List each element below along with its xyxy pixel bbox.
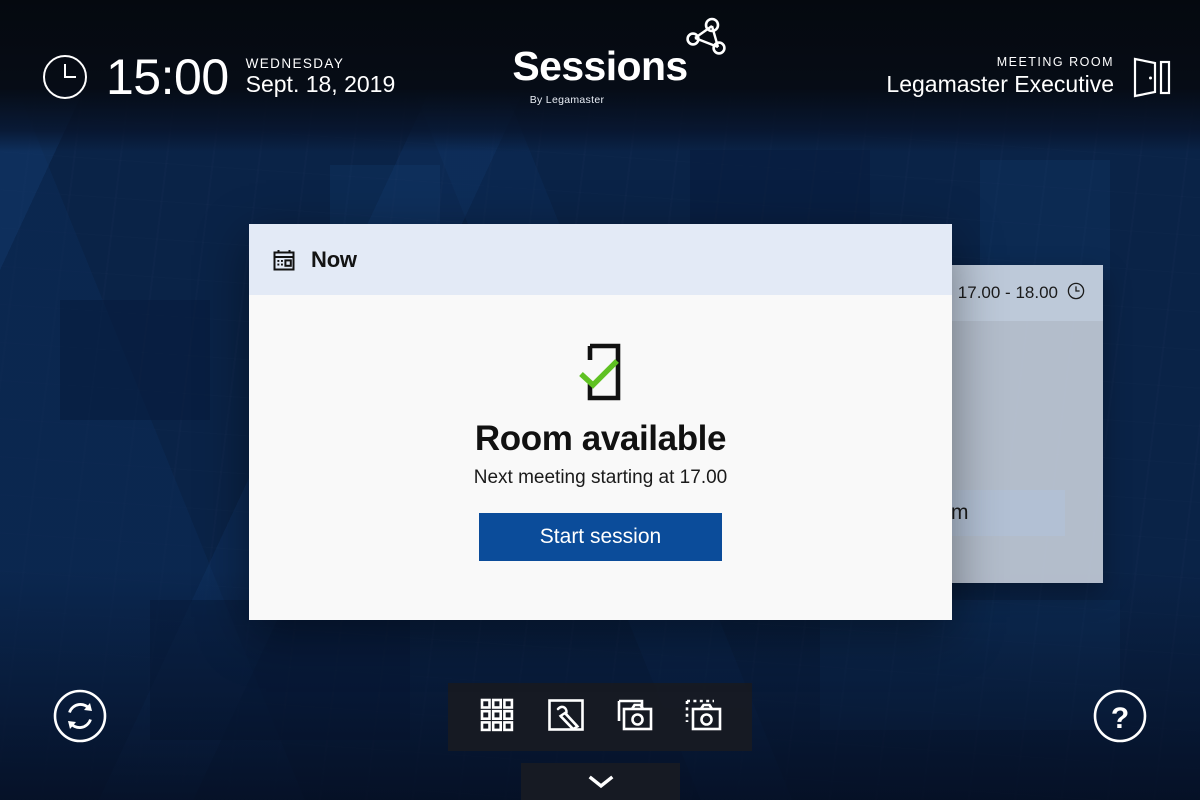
region-capture-camera-button[interactable]: [684, 697, 724, 737]
whiteboard-pen-icon: [546, 695, 586, 740]
screenshot-camera-icon: [615, 695, 655, 740]
question-mark-icon: ?: [1092, 689, 1148, 748]
whiteboard-pen-button[interactable]: [546, 697, 586, 737]
now-modal: Now Room available Next meeting starting…: [249, 224, 952, 620]
apps-grid-button[interactable]: [477, 697, 517, 737]
logo-wordmark: Sessions: [512, 43, 688, 89]
room-status-subtitle: Next meeting starting at 17.00: [473, 467, 728, 488]
now-modal-body: Room available Next meeting starting at …: [249, 295, 952, 561]
open-door-icon: [1132, 54, 1172, 100]
start-session-button[interactable]: Start session: [479, 513, 722, 561]
drawer-toggle[interactable]: [521, 763, 680, 800]
now-modal-header: Now: [249, 224, 952, 295]
room-status-title: Room available: [474, 419, 727, 458]
region-capture-camera-icon: [684, 695, 724, 740]
clock-icon: [1067, 282, 1085, 305]
next-meeting-time-range: 17.00 - 18.00: [957, 283, 1058, 302]
meeting-room-name: Legamaster Executive: [886, 71, 1114, 98]
meeting-room-block: MEETING ROOM Legamaster Executive: [886, 54, 1172, 100]
svg-text:?: ?: [1111, 702, 1129, 735]
calendar-icon: [273, 249, 295, 271]
logo-subtitle: By Legamaster: [529, 94, 605, 106]
door-check-icon: [577, 343, 625, 401]
header: 15:00 WEDNESDAY Sept. 18, 2019 Sessions …: [0, 0, 1200, 150]
refresh-sync-icon: [52, 689, 108, 748]
meeting-room-text: MEETING ROOM Legamaster Executive: [886, 55, 1114, 99]
help-button[interactable]: ?: [1092, 688, 1148, 744]
screenshot-camera-button[interactable]: [615, 697, 655, 737]
now-modal-title: Now: [311, 246, 357, 272]
logo-row: Sessions: [512, 17, 726, 89]
apps-grid-icon: [479, 697, 515, 738]
chevron-down-icon: [588, 775, 614, 789]
refresh-sync-button[interactable]: [52, 688, 108, 744]
bottom-dock: [448, 683, 752, 751]
meeting-room-label: MEETING ROOM: [996, 55, 1114, 70]
network-nodes-icon: [682, 16, 726, 60]
